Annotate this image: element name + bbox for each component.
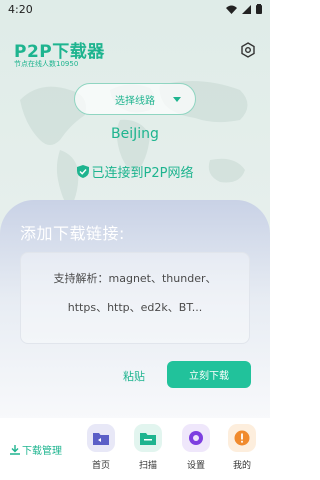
folder-icon [87,424,115,452]
route-select-label: 选择线路 [115,95,155,107]
chevron-down-icon [173,97,181,102]
placeholder-line-1: 支持解析：magnet、thunder、 [53,272,217,285]
download-now-button[interactable]: 立刻下载 [167,361,251,388]
wifi-icon [226,5,237,14]
paste-button[interactable]: 粘贴 [123,368,145,384]
tab-home-label: 首页 [91,461,110,471]
status-bar: 4:20 [0,0,270,22]
tab-settings-label: 设置 [186,461,205,471]
route-select-dropdown[interactable]: 选择线路 [74,83,196,115]
tab-scan-label: 扫描 [138,461,157,471]
connection-status-text: 已连接到P2P网络 [91,166,194,181]
hexagon-settings-icon [241,42,255,58]
tab-scan[interactable]: 扫描 [130,424,166,471]
connection-status: 已连接到P2P网络 [0,162,270,181]
alert-icon [228,424,256,452]
tab-mine-label: 我的 [232,461,251,471]
download-manage-label: 下载管理 [22,446,62,457]
node-count-label: 节点在线人数10950 [14,60,79,68]
shield-check-icon [76,165,89,178]
settings-icon [182,424,210,452]
tab-settings[interactable]: 设置 [178,424,214,471]
download-icon [10,444,20,455]
download-panel-title: 添加下载链接: [20,224,125,243]
battery-icon [256,4,262,14]
placeholder-line-2: https、http、ed2k、BT... [67,300,203,314]
scan-icon [134,424,162,452]
signal-icon [242,4,251,14]
screen: 4:20 P2P下载器 节点在线人数10950 选择线路 BeiJing 已连接… [0,0,270,480]
server-city: BeiJing [111,126,159,142]
status-icons [226,4,262,14]
tab-mine[interactable]: 我的 [224,424,260,471]
settings-button[interactable] [240,42,256,58]
download-link-input[interactable]: 支持解析：magnet、thunder、 https、http、ed2k、BT.… [20,252,250,344]
download-manage-button[interactable]: 下载管理 [10,442,62,457]
status-time: 4:20 [8,3,33,16]
bottom-nav: 下载管理 首页 扫描 设置 我的 [0,418,270,480]
tab-home[interactable]: 首页 [83,424,119,471]
